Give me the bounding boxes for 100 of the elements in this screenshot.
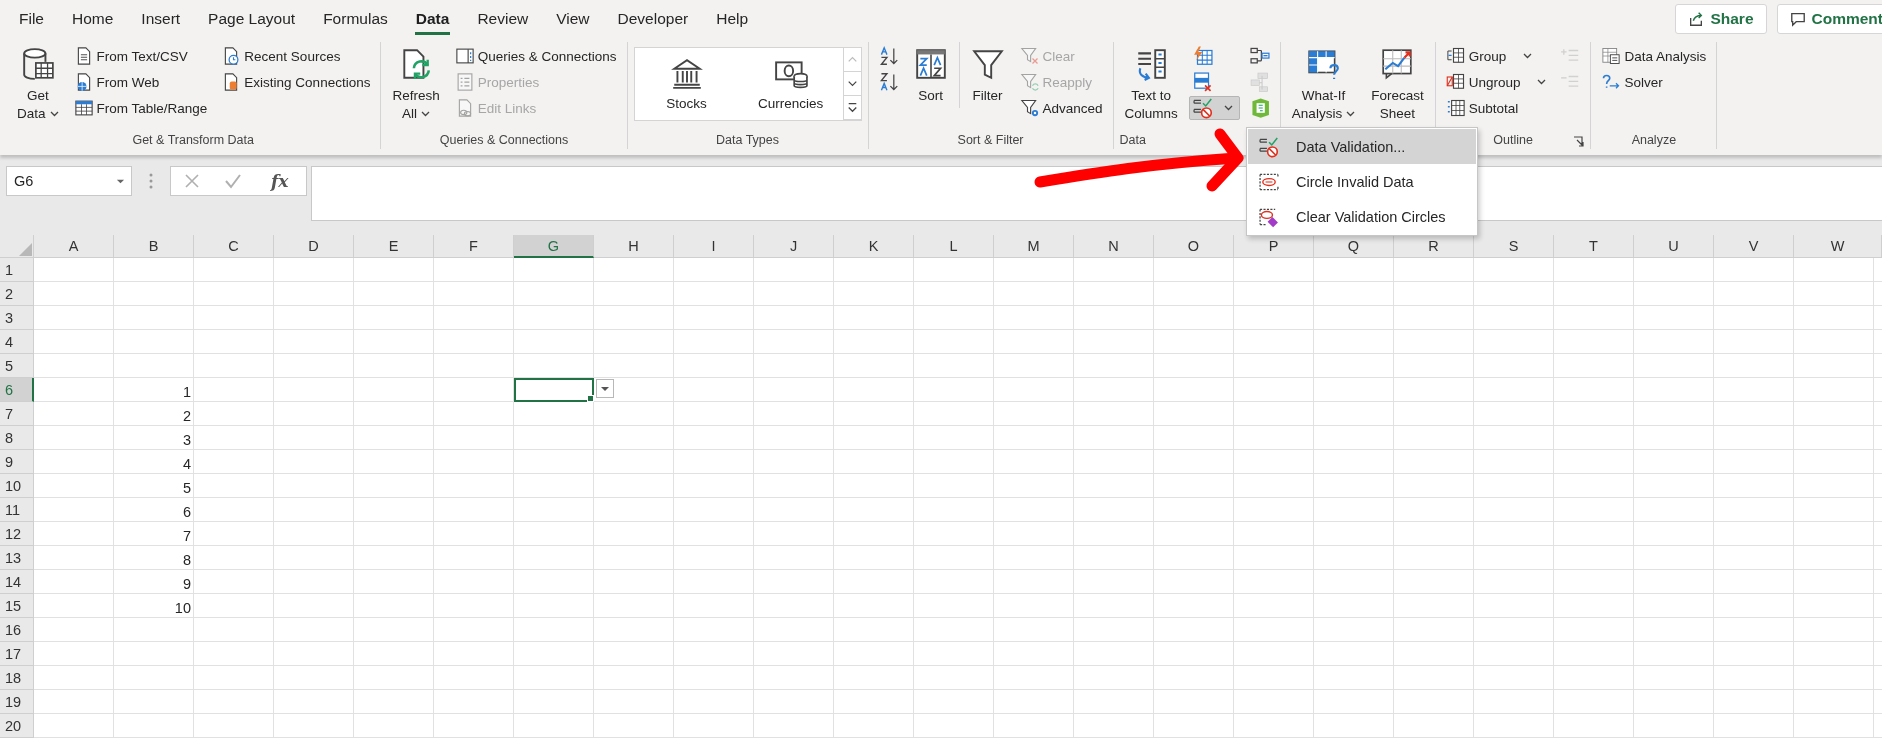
- column-header[interactable]: P: [1234, 235, 1314, 258]
- column-header[interactable]: L: [914, 235, 994, 258]
- caret-icon: [1223, 105, 1233, 111]
- column-header[interactable]: F: [434, 235, 514, 258]
- comment-button[interactable]: Comment: [1776, 4, 1882, 34]
- dialog-launcher-icon[interactable]: [1573, 136, 1585, 147]
- row-header[interactable]: 10: [0, 474, 34, 498]
- row-header[interactable]: 8: [0, 426, 34, 450]
- ribbon-button[interactable]: Ungroup: [1441, 70, 1551, 94]
- ribbon-tab[interactable]: Help: [705, 2, 760, 36]
- ribbon-tab[interactable]: Home: [61, 2, 125, 36]
- table-cell-text: 2: [181, 407, 192, 426]
- row-header[interactable]: 1: [0, 258, 34, 282]
- gallery-item[interactable]: Stocks: [642, 48, 731, 118]
- menu-item[interactable]: Clear Validation Circles: [1248, 199, 1476, 234]
- row-header[interactable]: 6: [0, 378, 34, 402]
- ribbon-tab[interactable]: Developer: [606, 2, 700, 36]
- insert-function-button[interactable]: fx: [264, 171, 295, 191]
- ribbon-tab[interactable]: File: [8, 2, 55, 36]
- table-cell-text: 6: [181, 503, 192, 522]
- gallery-item[interactable]: Currencies: [746, 48, 835, 118]
- cancel-icon[interactable]: [182, 172, 201, 190]
- row-header[interactable]: 15: [0, 594, 34, 618]
- icon-button[interactable]: [1188, 96, 1240, 120]
- column-header[interactable]: A: [34, 235, 114, 258]
- row-header[interactable]: 2: [0, 282, 34, 306]
- ribbon-button[interactable]: Advanced: [1015, 96, 1107, 120]
- column-header[interactable]: N: [1074, 235, 1154, 258]
- column-header[interactable]: M: [994, 235, 1074, 258]
- column-header[interactable]: C: [194, 235, 274, 258]
- column-header[interactable]: D: [274, 235, 354, 258]
- column-header[interactable]: O: [1154, 235, 1234, 258]
- column-header[interactable]: V: [1714, 235, 1794, 258]
- row-header[interactable]: 3: [0, 306, 34, 330]
- ribbon-button[interactable]: Group: [1441, 44, 1551, 68]
- ribbon-button[interactable]: Filter: [965, 44, 1010, 108]
- ribbon-button[interactable]: From Table/Range: [69, 96, 212, 120]
- column-header[interactable]: H: [594, 235, 674, 258]
- row-header[interactable]: 20: [0, 714, 34, 738]
- share-button[interactable]: Share: [1675, 4, 1767, 34]
- menu-item[interactable]: Data Validation...: [1248, 129, 1476, 164]
- ribbon-button[interactable]: From Text/CSV: [69, 44, 212, 68]
- ribbon-button[interactable]: Forecast Sheet: [1366, 44, 1429, 126]
- row-header[interactable]: 19: [0, 690, 34, 714]
- ribbon-tab[interactable]: Formulas: [312, 2, 399, 36]
- row-header[interactable]: 14: [0, 570, 34, 594]
- row-header[interactable]: 4: [0, 330, 34, 354]
- column-header[interactable]: R: [1394, 235, 1474, 258]
- ribbon-button[interactable]: Solver: [1597, 70, 1711, 94]
- ribbon-tab[interactable]: Insert: [130, 2, 192, 36]
- relationships-icon: [1248, 71, 1271, 93]
- column-header[interactable]: J: [754, 235, 834, 258]
- column-header[interactable]: S: [1474, 235, 1554, 258]
- group-icon: [1445, 46, 1466, 66]
- caret-icon: [1346, 111, 1356, 118]
- row-header[interactable]: 16: [0, 618, 34, 642]
- row-header[interactable]: 13: [0, 546, 34, 570]
- row-header[interactable]: 18: [0, 666, 34, 690]
- ribbon-button[interactable]: Refresh All: [387, 44, 445, 126]
- ribbon-button[interactable]: Get Data: [12, 44, 64, 126]
- menu-item[interactable]: Circle Invalid Data: [1248, 164, 1476, 199]
- column-header[interactable]: E: [354, 235, 434, 258]
- column-header[interactable]: T: [1554, 235, 1634, 258]
- ribbon-tab[interactable]: View: [545, 2, 601, 36]
- active-cell[interactable]: [514, 378, 594, 402]
- ribbon-button[interactable]: Existing Connections: [217, 70, 375, 94]
- ribbon-button[interactable]: Recent Sources: [217, 44, 375, 68]
- ribbon-button[interactable]: Sort: [908, 44, 953, 108]
- row-header[interactable]: 17: [0, 642, 34, 666]
- enter-icon[interactable]: [223, 172, 242, 190]
- table-cell-text: 8: [181, 551, 192, 570]
- ribbon-button[interactable]: Data Analysis: [1597, 44, 1711, 68]
- column-header[interactable]: I: [674, 235, 754, 258]
- ribbon-tab[interactable]: Page Layout: [197, 2, 307, 36]
- row-header[interactable]: 9: [0, 450, 34, 474]
- ribbon-button[interactable]: Subtotal: [1441, 96, 1551, 120]
- column-header[interactable]: B: [114, 235, 194, 258]
- grip-icon[interactable]: [149, 173, 153, 189]
- ribbon-button[interactable]: From Web: [69, 70, 212, 94]
- column-header[interactable]: U: [1634, 235, 1714, 258]
- ribbon-button[interactable]: Queries & Connections: [450, 44, 621, 68]
- table-cell-text: 4: [181, 455, 192, 474]
- row-header[interactable]: 7: [0, 402, 34, 426]
- group-label: Analyze: [1631, 133, 1677, 147]
- column-header[interactable]: K: [834, 235, 914, 258]
- column-header[interactable]: G: [514, 235, 594, 258]
- list-dropdown-button[interactable]: [596, 379, 614, 398]
- row-header[interactable]: 12: [0, 522, 34, 546]
- row-header[interactable]: 11: [0, 498, 34, 522]
- ribbon-button[interactable]: What-If Analysis: [1286, 44, 1361, 126]
- what-if-icon: [1306, 47, 1341, 81]
- column-header[interactable]: W: [1794, 235, 1882, 258]
- ribbon-tab[interactable]: Data: [404, 2, 461, 36]
- ribbon-tab[interactable]: Review: [466, 2, 540, 36]
- ribbon-button[interactable]: Text to Columns: [1119, 44, 1183, 126]
- advanced-filter-icon: [1019, 98, 1040, 118]
- name-box[interactable]: G6: [6, 166, 132, 196]
- database-icon: [20, 47, 55, 81]
- row-header[interactable]: 5: [0, 354, 34, 378]
- column-header[interactable]: Q: [1314, 235, 1394, 258]
